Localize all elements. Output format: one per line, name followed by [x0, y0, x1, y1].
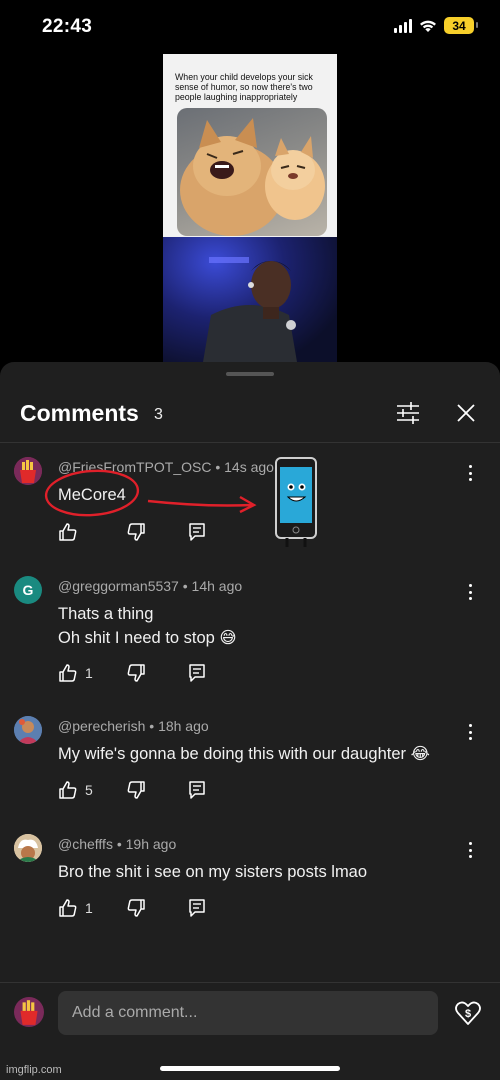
comment-meta: @chefffs • 19h ago: [58, 836, 176, 852]
comments-count: 3: [154, 406, 163, 423]
like-count: 1: [85, 665, 93, 681]
annotation-overlay: [44, 457, 317, 547]
profile-photo-icon: [14, 716, 42, 744]
reply-icon: [189, 664, 205, 682]
comment-item: @chefffs • 19h ago Bro the shit i see on…: [0, 834, 500, 934]
home-indicator[interactable]: [160, 1066, 340, 1071]
meta-separator: •: [182, 578, 192, 594]
battery-level: 34: [452, 18, 466, 33]
fries-avatar-icon: [14, 997, 44, 1027]
close-icon: [457, 404, 475, 422]
like-button[interactable]: 1: [58, 897, 93, 919]
thumbs-up-icon: [59, 781, 77, 799]
reply-button[interactable]: [187, 662, 207, 684]
sort-filter-button[interactable]: [394, 400, 422, 426]
red-arrow-annotation: [147, 499, 253, 507]
drag-handle[interactable]: [226, 372, 274, 376]
like-count: 1: [85, 900, 93, 916]
header-divider: [0, 442, 500, 443]
comment-text: My wife's gonna be doing this with our d…: [58, 745, 430, 763]
dislike-button[interactable]: [126, 779, 146, 801]
thumbs-down-icon: [127, 899, 145, 917]
status-bar: 22:43 34: [0, 0, 500, 54]
super-thanks-button[interactable]: $: [454, 999, 482, 1027]
avatar[interactable]: [14, 716, 42, 744]
comments-title: Comments: [20, 400, 139, 426]
comment-text: Bro the shit i see on my sisters posts l…: [58, 863, 368, 881]
thumbs-down-icon: [127, 781, 145, 799]
thumbs-up-icon: [59, 899, 77, 917]
avatar[interactable]: [14, 457, 42, 485]
more-options-button[interactable]: [464, 582, 476, 602]
cellular-signal-icon: [394, 18, 412, 33]
more-options-button[interactable]: [464, 840, 476, 860]
avatar-letter: G: [22, 582, 34, 598]
comment-actions: 1: [58, 897, 207, 919]
svg-text:$: $: [465, 1008, 471, 1020]
close-button[interactable]: [452, 400, 480, 426]
thumbs-up-icon: [59, 664, 77, 682]
more-options-button[interactable]: [464, 722, 476, 742]
wifi-icon: [420, 20, 436, 32]
red-circle-annotation: [44, 469, 140, 517]
heart-dollar-icon: $: [455, 1001, 481, 1025]
comment-item: G @greggorman5537 • 14h ago Thats a thin…: [0, 576, 500, 686]
add-comment-input[interactable]: [58, 991, 438, 1035]
comment-item: @perecherish • 18h ago My wife's gonna b…: [0, 716, 500, 816]
video-player[interactable]: When your child develops your sick sense…: [163, 54, 337, 362]
avatar[interactable]: [14, 834, 42, 862]
comment-author[interactable]: @perecherish: [58, 718, 145, 734]
dislike-button[interactable]: [126, 897, 146, 919]
comment-line: Oh shit I need to stop 😅: [58, 629, 237, 647]
battery-icon: 34: [444, 17, 478, 34]
phone-character-icon: [275, 457, 317, 547]
laughing-cats-image: [177, 108, 327, 236]
comment-meta: @perecherish • 18h ago: [58, 718, 209, 734]
comment-time: 18h ago: [158, 718, 209, 734]
watermark: imgflip.com: [6, 1064, 62, 1076]
comment-line: Thats a thing: [58, 605, 154, 623]
meta-separator: •: [116, 836, 126, 852]
fries-avatar-icon: [14, 457, 42, 485]
thumbs-down-icon: [127, 664, 145, 682]
like-count: 5: [85, 782, 93, 798]
comment-author[interactable]: @greggorman5537: [58, 578, 179, 594]
reaction-video-frame: [163, 237, 337, 362]
comments-header: Comments 3: [0, 388, 500, 442]
chef-avatar-icon: [14, 834, 42, 862]
like-button[interactable]: 1: [58, 662, 93, 684]
comment-time: 14h ago: [191, 578, 243, 594]
comment-meta: @greggorman5537 • 14h ago: [58, 578, 242, 594]
comment-actions: 1: [58, 662, 207, 684]
reply-button[interactable]: [187, 779, 207, 801]
meme-caption: When your child develops your sick sense…: [175, 72, 313, 102]
sliders-icon: [397, 402, 419, 424]
my-avatar: [14, 997, 44, 1027]
status-icons: 34: [394, 17, 478, 34]
dislike-button[interactable]: [126, 662, 146, 684]
reply-icon: [189, 781, 205, 799]
meta-separator: •: [149, 718, 159, 734]
comment-time: 19h ago: [125, 836, 177, 852]
more-options-button[interactable]: [464, 463, 476, 483]
reply-button[interactable]: [187, 897, 207, 919]
comment-actions: 5: [58, 779, 207, 801]
avatar[interactable]: G: [14, 576, 42, 604]
status-time: 22:43: [42, 16, 93, 37]
comment-author[interactable]: @chefffs: [58, 836, 113, 852]
reply-icon: [189, 899, 205, 917]
like-button[interactable]: 5: [58, 779, 93, 801]
comment-text: Thats a thing Oh shit I need to stop 😅: [58, 602, 237, 650]
